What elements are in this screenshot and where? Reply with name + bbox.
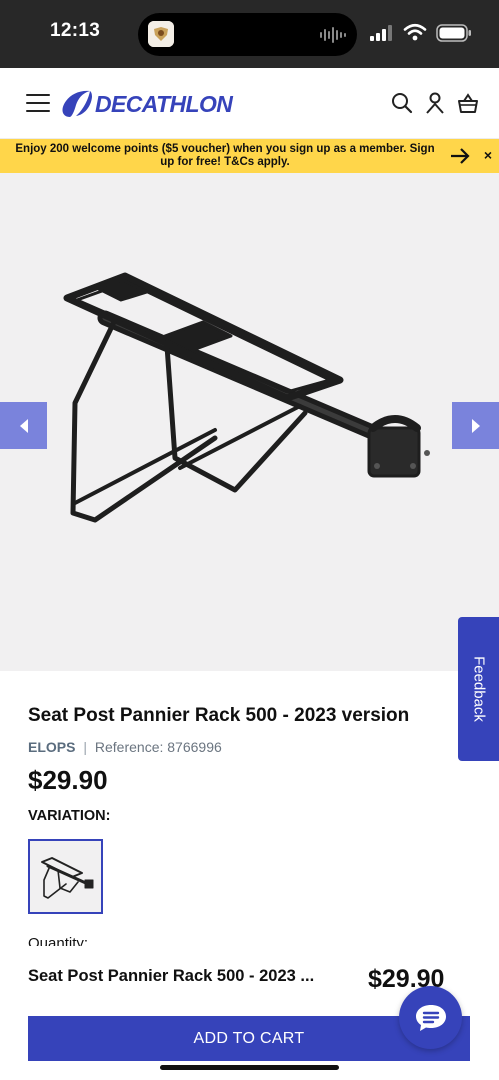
- feedback-tab[interactable]: Feedback: [458, 617, 499, 761]
- now-playing-thumbnail: [148, 21, 174, 47]
- arrow-right-icon[interactable]: [449, 145, 471, 167]
- battery-icon: [436, 24, 471, 42]
- basket-icon[interactable]: [456, 91, 480, 115]
- variant-thumbnail[interactable]: [28, 839, 103, 914]
- promo-text: Enjoy 200 welcome points ($5 voucher) wh…: [15, 143, 435, 168]
- chat-button[interactable]: [399, 986, 462, 1049]
- status-time: 12:13: [50, 20, 101, 41]
- close-icon[interactable]: ×: [481, 148, 495, 162]
- dynamic-island: [138, 13, 357, 56]
- menu-icon[interactable]: [26, 94, 50, 114]
- decathlon-logo-mark-icon: [62, 90, 92, 117]
- product-image: [63, 272, 430, 523]
- site-header: DECATHLON: [0, 68, 499, 139]
- quantity-label: Quantity:: [28, 935, 89, 946]
- variant-image: [40, 856, 93, 899]
- sticky-product-title: Seat Post Pannier Rack 500 - 2023 ...: [28, 967, 315, 985]
- account-icon[interactable]: [423, 91, 447, 115]
- product-title: Seat Post Pannier Rack 500 - 2023 versio…: [28, 705, 410, 726]
- chevron-left-icon: [19, 418, 28, 433]
- meta-separator: |: [83, 739, 87, 755]
- chat-bubble-icon: [415, 1004, 446, 1031]
- cellular-signal-icon: [370, 25, 392, 41]
- product-brand[interactable]: ELOPS: [28, 739, 75, 755]
- gallery-prev-button[interactable]: [0, 402, 47, 449]
- product-reference: Reference: 8766996: [94, 739, 222, 755]
- home-indicator: [160, 1065, 339, 1070]
- search-icon[interactable]: [390, 91, 414, 115]
- wifi-icon: [403, 23, 427, 41]
- chevron-right-icon: [471, 418, 480, 433]
- product-meta: ELOPS | Reference: 8766996: [28, 739, 222, 755]
- product-gallery[interactable]: [0, 173, 499, 671]
- variation-label: VARIATION:: [28, 808, 111, 824]
- sticky-purchase-bar: Seat Post Pannier Rack 500 - 2023 ... $2…: [0, 946, 499, 1080]
- gallery-next-button[interactable]: [452, 402, 499, 449]
- decathlon-logo[interactable]: DECATHLON: [60, 88, 233, 120]
- promo-banner[interactable]: Enjoy 200 welcome points ($5 voucher) wh…: [0, 139, 499, 173]
- logo-wordmark: DECATHLON: [95, 90, 233, 117]
- audio-wave-icon: [320, 27, 346, 43]
- feedback-label: Feedback: [470, 656, 487, 722]
- status-bar: 12:13: [0, 0, 499, 68]
- product-price: $29.90: [28, 765, 108, 795]
